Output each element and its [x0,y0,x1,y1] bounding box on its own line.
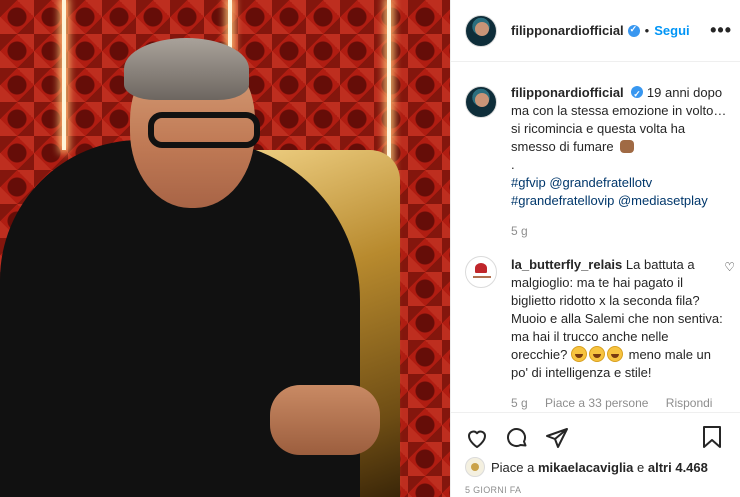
mention-link[interactable]: @grandefratellotv [549,175,652,190]
led-strip [62,0,66,150]
comments-list[interactable]: filipponardiofficial 19 anni dopo ma con… [451,70,740,412]
caption-dot-line: . [511,157,515,172]
comment: la_butterfly_relais La battuta a malgiog… [451,240,740,412]
likes-others[interactable]: altri 4.468 [648,460,708,475]
more-options-icon[interactable]: ••• [710,20,732,41]
laughing-emoji-icon [607,346,623,362]
post-photo[interactable] [0,0,450,497]
header-username[interactable]: filipponardiofficial [511,23,624,38]
likes-middle: e [637,459,645,475]
commenter-avatar[interactable] [465,256,497,288]
man-gray-hair [124,38,249,100]
hashtag-link[interactable]: #grandefratellovip [511,193,614,208]
post-sidebar: filipponardiofficial • Segui ••• filippo… [450,0,740,497]
hashtag-link[interactable]: #gfvip [511,175,546,190]
post-header: filipponardiofficial • Segui ••• [451,0,740,62]
caption-username[interactable]: filipponardiofficial [511,85,624,100]
reply-button[interactable]: Rispondi [666,396,713,410]
comment-time[interactable]: 5 g [511,396,528,410]
bookmark-icon[interactable] [701,425,723,449]
verified-badge-icon [631,85,644,103]
verified-badge-icon [627,24,640,37]
likes-prefix: Piace a [491,459,535,475]
comment-username[interactable]: la_butterfly_relais [511,257,622,272]
post-actions: Piace a mikaelacaviglia e altri 4.468 5 … [451,412,740,497]
black-glasses [148,112,260,148]
comment-likes[interactable]: Piace a 33 persone [545,396,648,410]
comment-bubble-icon[interactable] [505,426,529,450]
laughing-emoji-icon [571,346,587,362]
fist-emoji-icon [620,140,635,153]
caption-time[interactable]: 5 g [511,224,528,238]
liker-username[interactable]: mikaelacaviglia [538,460,633,475]
like-heart-icon[interactable] [465,426,489,450]
caption-avatar[interactable] [465,86,497,118]
caption: filipponardiofficial 19 anni dopo ma con… [451,70,740,240]
comment-like-heart-icon[interactable]: ♡ [724,260,735,274]
laughing-emoji-icon [589,346,605,362]
liker-avatar[interactable] [465,457,485,477]
clasped-hands [270,385,380,455]
separator-dot: • [644,23,650,38]
post-date[interactable]: 5 GIORNI FA [451,477,740,495]
likes-summary[interactable]: Piace a mikaelacaviglia e altri 4.468 [451,453,740,477]
avatar[interactable] [465,14,497,47]
share-direct-icon[interactable] [545,426,569,450]
follow-button[interactable]: Segui [654,23,689,38]
mention-link[interactable]: @mediasetplay [618,193,708,208]
